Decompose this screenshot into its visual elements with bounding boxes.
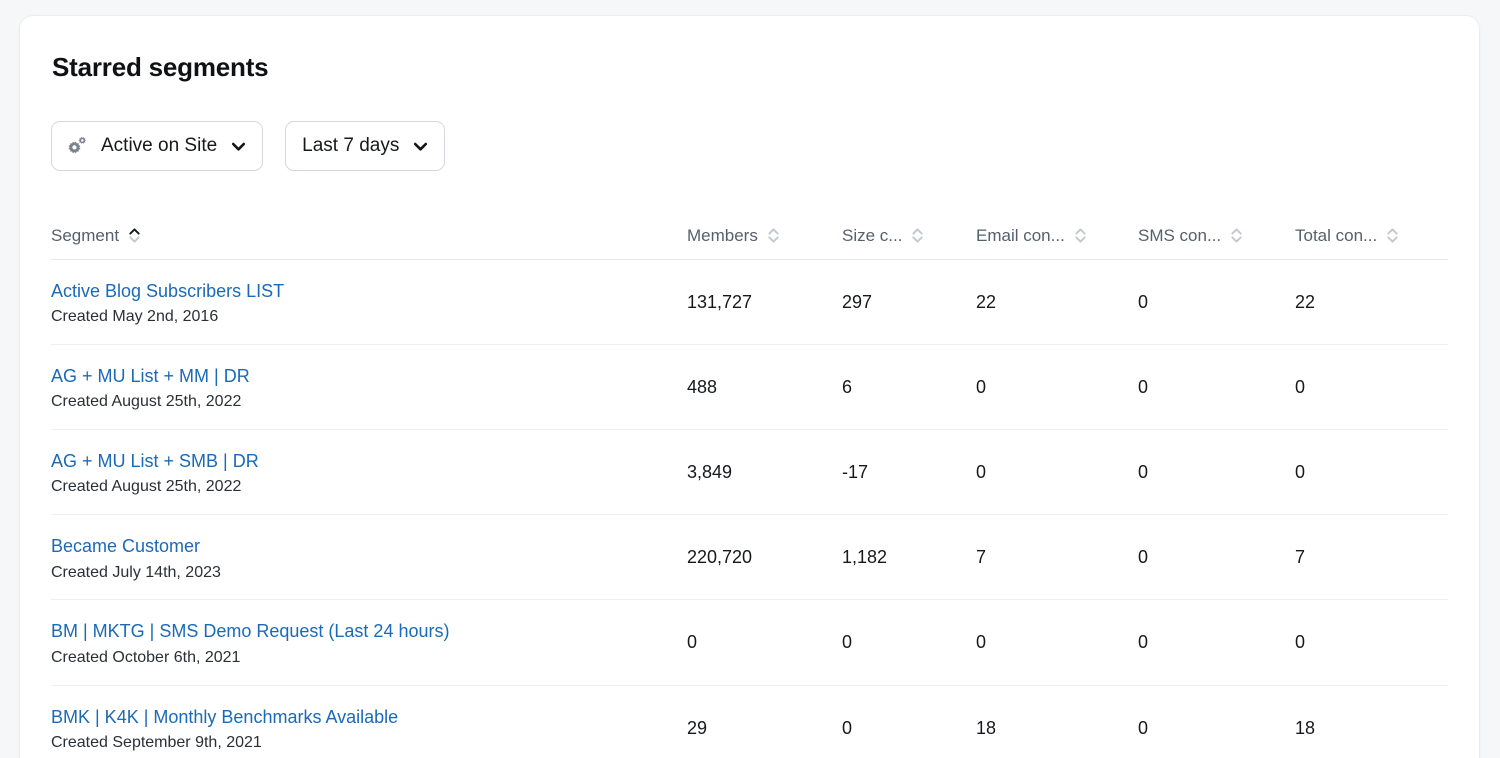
cell-size-change: 297 — [842, 281, 976, 313]
cell-members: 131,727 — [687, 281, 842, 313]
column-header-total-conversions[interactable]: Total con... — [1295, 226, 1448, 246]
segment-name-link[interactable]: Became Customer — [51, 536, 687, 557]
page-title: Starred segments — [52, 52, 268, 83]
starred-segments-card: Starred segments Active on Site — [20, 16, 1479, 758]
filter-active-on-site-label: Active on Site — [101, 135, 217, 157]
chevron-down-icon — [230, 138, 247, 155]
sort-chevrons-icon — [1074, 226, 1087, 245]
segment-name-link[interactable]: BM | MKTG | SMS Demo Request (Last 24 ho… — [51, 621, 687, 642]
segment-name-link[interactable]: AG + MU List + MM | DR — [51, 366, 687, 387]
cell-members: 29 — [687, 707, 842, 739]
table-row: Active Blog Subscribers LIST Created May … — [51, 260, 1448, 345]
sort-chevrons-icon — [128, 226, 141, 245]
page-root: Starred segments Active on Site — [0, 0, 1500, 758]
cell-sms-conversions: 0 — [1138, 451, 1295, 483]
column-header-email-conversions[interactable]: Email con... — [976, 226, 1138, 246]
table-row: AG + MU List + MM | DR Created August 25t… — [51, 345, 1448, 430]
cell-email-conversions: 0 — [976, 366, 1138, 398]
segment-created-date: Created August 25th, 2022 — [51, 478, 687, 497]
cell-members: 0 — [687, 621, 842, 653]
cell-members: 488 — [687, 366, 842, 398]
cell-members: 220,720 — [687, 536, 842, 568]
segment-created-date: Created August 25th, 2022 — [51, 393, 687, 412]
cell-segment: Active Blog Subscribers LIST Created May … — [51, 281, 687, 327]
cell-segment: Became Customer Created July 14th, 2023 — [51, 536, 687, 582]
column-header-members[interactable]: Members — [687, 226, 842, 246]
cell-members: 3,849 — [687, 451, 842, 483]
segment-name-link[interactable]: AG + MU List + SMB | DR — [51, 451, 687, 472]
cell-email-conversions: 7 — [976, 536, 1138, 568]
chevron-down-icon — [412, 138, 429, 155]
column-header-sms-conversions[interactable]: SMS con... — [1138, 226, 1295, 246]
table-row: BMK | K4K | Monthly Benchmarks Available… — [51, 686, 1448, 758]
segment-created-date: Created July 14th, 2023 — [51, 564, 687, 583]
table-row: AG + MU List + SMB | DR Created August 25… — [51, 430, 1448, 515]
table-row: Became Customer Created July 14th, 202322… — [51, 515, 1448, 600]
sort-chevrons-icon — [767, 226, 780, 245]
column-header-size-change[interactable]: Size c... — [842, 226, 976, 246]
cell-sms-conversions: 0 — [1138, 707, 1295, 739]
filter-date-range-label: Last 7 days — [302, 135, 399, 157]
cell-size-change: -17 — [842, 451, 976, 483]
segment-created-date: Created October 6th, 2021 — [51, 649, 687, 668]
cell-total-conversions: 22 — [1295, 281, 1448, 313]
cell-sms-conversions: 0 — [1138, 621, 1295, 653]
table-row: BM | MKTG | SMS Demo Request (Last 24 ho… — [51, 600, 1448, 685]
cell-sms-conversions: 0 — [1138, 536, 1295, 568]
cell-segment: BMK | K4K | Monthly Benchmarks Available… — [51, 707, 687, 753]
cell-size-change: 0 — [842, 621, 976, 653]
cell-total-conversions: 0 — [1295, 621, 1448, 653]
sort-chevrons-icon — [1230, 226, 1243, 245]
cell-segment: AG + MU List + SMB | DR Created August 25… — [51, 451, 687, 497]
cell-email-conversions: 0 — [976, 621, 1138, 653]
cell-total-conversions: 7 — [1295, 536, 1448, 568]
segment-name-link[interactable]: BMK | K4K | Monthly Benchmarks Available — [51, 707, 687, 728]
column-header-segment[interactable]: Segment — [51, 226, 687, 246]
column-header-label: SMS con... — [1138, 226, 1221, 246]
segment-name-link[interactable]: Active Blog Subscribers LIST — [51, 281, 687, 302]
filter-bar: Active on Site Last 7 days — [51, 121, 445, 171]
cell-size-change: 1,182 — [842, 536, 976, 568]
cell-sms-conversions: 0 — [1138, 281, 1295, 313]
cell-email-conversions: 18 — [976, 707, 1138, 739]
cell-total-conversions: 0 — [1295, 451, 1448, 483]
filter-date-range-button[interactable]: Last 7 days — [285, 121, 445, 171]
segment-created-date: Created May 2nd, 2016 — [51, 308, 687, 327]
table-header-row: Segment Members — [51, 212, 1448, 260]
cell-email-conversions: 0 — [976, 451, 1138, 483]
column-header-label: Members — [687, 226, 758, 246]
sort-chevrons-icon — [1386, 226, 1399, 245]
column-header-label: Size c... — [842, 226, 902, 246]
cell-segment: AG + MU List + MM | DR Created August 25t… — [51, 366, 687, 412]
column-header-label: Email con... — [976, 226, 1065, 246]
table-body: Active Blog Subscribers LIST Created May … — [51, 260, 1448, 758]
cell-sms-conversions: 0 — [1138, 366, 1295, 398]
cell-size-change: 6 — [842, 366, 976, 398]
gears-icon — [68, 135, 90, 157]
cell-segment: BM | MKTG | SMS Demo Request (Last 24 ho… — [51, 621, 687, 667]
segments-table: Segment Members — [51, 212, 1448, 758]
segment-created-date: Created September 9th, 2021 — [51, 734, 687, 753]
filter-active-on-site-button[interactable]: Active on Site — [51, 121, 263, 171]
cell-size-change: 0 — [842, 707, 976, 739]
column-header-label: Total con... — [1295, 226, 1377, 246]
cell-email-conversions: 22 — [976, 281, 1138, 313]
cell-total-conversions: 0 — [1295, 366, 1448, 398]
sort-chevrons-icon — [911, 226, 924, 245]
cell-total-conversions: 18 — [1295, 707, 1448, 739]
column-header-label: Segment — [51, 226, 119, 246]
